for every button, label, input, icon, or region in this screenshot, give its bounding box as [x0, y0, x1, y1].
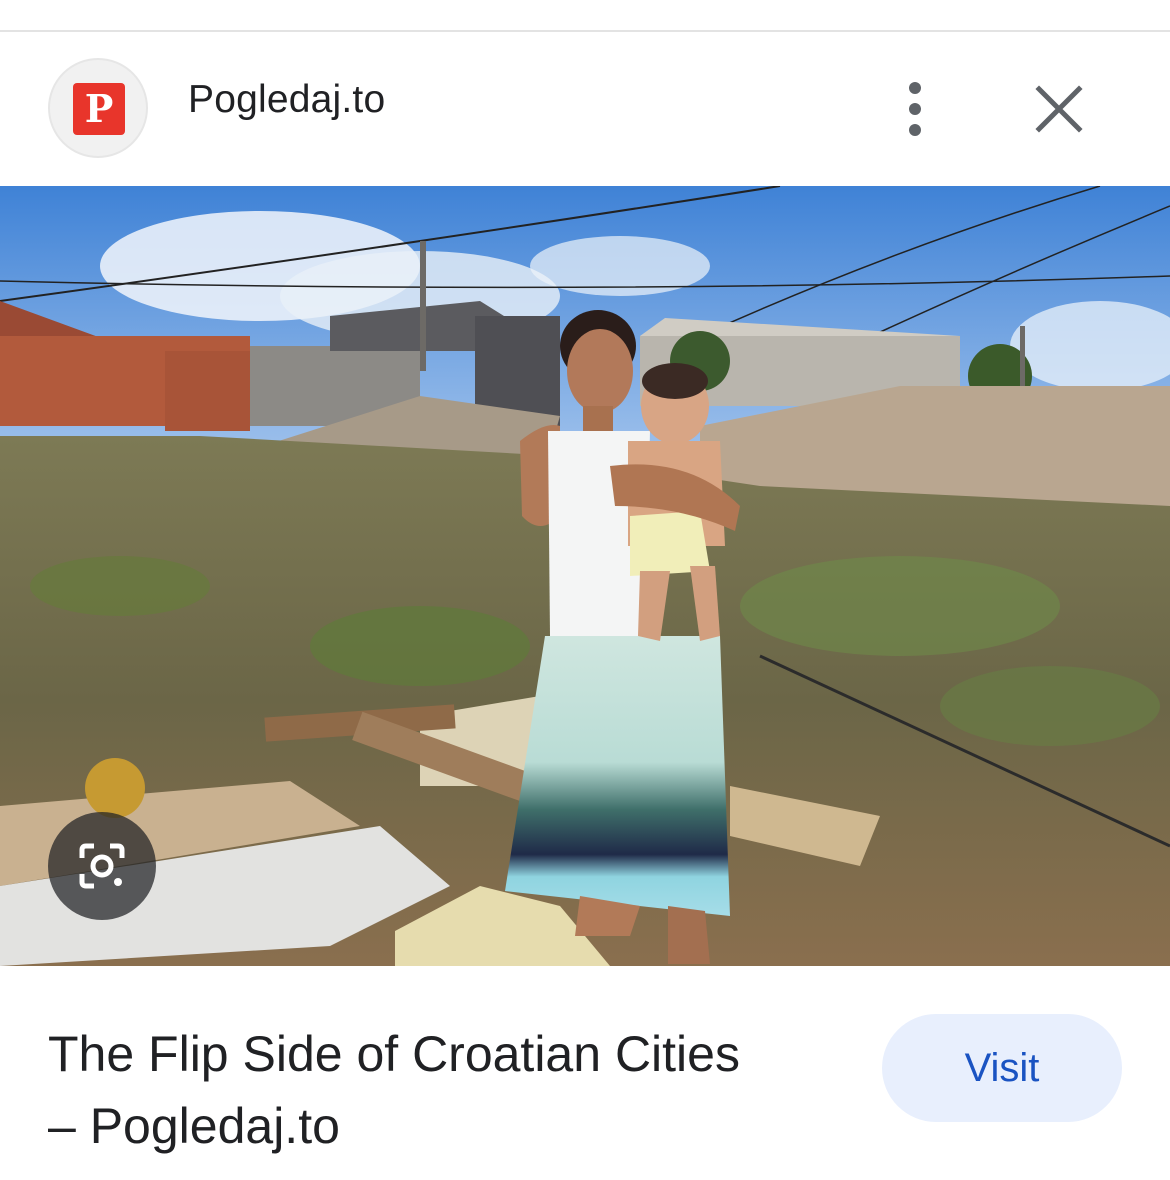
result-title[interactable]: The Flip Side of Croatian Cities – Pogle… [48, 1018, 848, 1162]
title-line-2: – Pogledaj.to [48, 1098, 340, 1154]
result-header: P Pogledaj.to [0, 32, 1170, 186]
photo-scene [0, 186, 1170, 966]
site-name[interactable]: Pogledaj.to [188, 78, 385, 122]
result-image[interactable] [0, 186, 1170, 966]
lens-search-icon [79, 843, 125, 889]
more-options-button[interactable] [884, 78, 946, 140]
lens-search-button[interactable] [48, 812, 156, 920]
close-button[interactable] [1028, 78, 1090, 140]
favicon-letter: P [84, 86, 114, 131]
visit-button[interactable]: Visit [882, 1014, 1122, 1122]
close-icon [1035, 85, 1083, 133]
site-favicon[interactable]: P [48, 58, 148, 158]
favicon-logo: P [73, 83, 125, 135]
title-line-1: The Flip Side of Croatian Cities [48, 1026, 740, 1082]
more-vert-icon [909, 82, 921, 136]
